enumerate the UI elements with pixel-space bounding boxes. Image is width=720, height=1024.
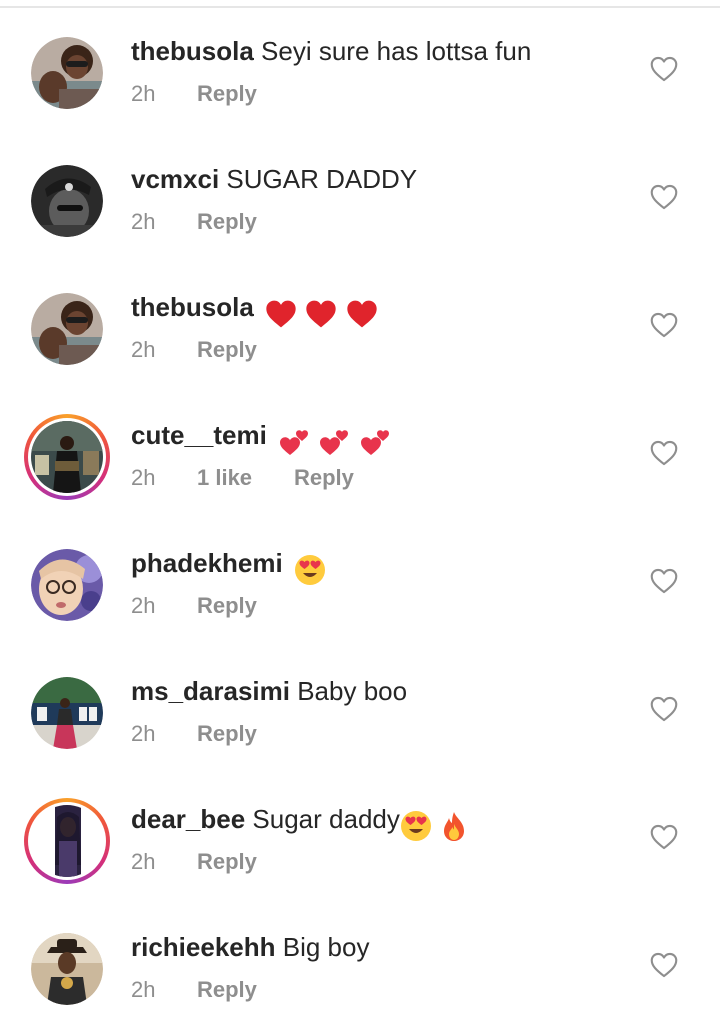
avatar-image xyxy=(31,37,103,109)
avatar[interactable] xyxy=(31,293,103,365)
comment-time: 2h xyxy=(131,721,156,746)
comment-text: Baby boo xyxy=(297,676,408,706)
emoji-group xyxy=(400,809,469,842)
red-heart-emoji xyxy=(346,300,377,328)
avatar[interactable] xyxy=(31,677,103,749)
comment-meta: 2h 1 like Reply xyxy=(131,465,354,491)
avatar-story-ring[interactable] xyxy=(24,798,110,884)
heart-eyes-emoji xyxy=(400,811,431,842)
heart-outline-icon[interactable] xyxy=(650,184,678,210)
comment-meta: 2h Reply xyxy=(131,977,257,1003)
comment-time: 2h xyxy=(131,337,156,362)
comment-line: richieekehh Big boy xyxy=(131,932,369,962)
reply-button[interactable]: Reply xyxy=(197,337,257,363)
comment-time: 2h xyxy=(131,977,156,1002)
comment-username[interactable]: thebusola xyxy=(131,36,254,66)
comment-line: dear_bee Sugar daddy xyxy=(131,804,469,842)
comment-item: cute__temi 2h 1 like Reply xyxy=(0,384,720,512)
heart-outline-icon[interactable] xyxy=(650,56,678,82)
avatar-story-ring[interactable] xyxy=(24,414,110,500)
reply-button[interactable]: Reply xyxy=(197,209,257,235)
comment-line: thebusola Seyi sure has lottsa fun xyxy=(131,36,531,66)
heart-outline-icon[interactable] xyxy=(650,440,678,466)
comment-text: Big boy xyxy=(282,932,370,962)
comment-item: ms_darasimi Baby boo 2h Reply xyxy=(0,640,720,768)
comment-text: Seyi sure has lottsa fun xyxy=(261,36,532,66)
red-heart-emoji xyxy=(266,300,296,328)
comment-username[interactable]: dear_bee xyxy=(131,804,245,834)
comment-time: 2h xyxy=(131,465,156,490)
comment-username[interactable]: ms_darasimi xyxy=(131,676,290,706)
comment-time: 2h xyxy=(131,81,156,106)
comment-line: cute__temi xyxy=(131,420,392,457)
comment-username[interactable]: thebusola xyxy=(131,292,254,322)
reply-button[interactable]: Reply xyxy=(294,465,354,491)
two-hearts-emoji xyxy=(360,430,389,456)
reply-button[interactable]: Reply xyxy=(197,593,257,619)
emoji-group xyxy=(265,297,378,329)
comment-item: phadekhemi 2h Reply xyxy=(0,512,720,640)
heart-outline-icon[interactable] xyxy=(650,568,678,594)
two-hearts-emoji xyxy=(320,430,349,456)
heart-eyes-emoji xyxy=(294,555,325,586)
comment-item: vcmxci SUGAR DADDY 2h Reply xyxy=(0,128,720,256)
comment-username[interactable]: cute__temi xyxy=(131,420,267,450)
comment-line: phadekhemi xyxy=(131,548,327,586)
avatar-image xyxy=(31,165,103,237)
comment-item: thebusola Seyi sure has lottsa fun 2h Rep… xyxy=(0,0,720,128)
comment-meta: 2h Reply xyxy=(131,337,257,363)
reply-button[interactable]: Reply xyxy=(197,849,257,875)
comment-line: vcmxci SUGAR DADDY xyxy=(131,164,417,194)
avatar[interactable] xyxy=(31,933,103,1005)
comment-time: 2h xyxy=(131,209,156,234)
comment-meta: 2h Reply xyxy=(131,721,257,747)
avatar[interactable] xyxy=(31,37,103,109)
comment-line: ms_darasimi Baby boo xyxy=(131,676,407,706)
red-heart-emoji xyxy=(306,300,336,328)
emoji-group xyxy=(294,553,327,586)
fire-emoji xyxy=(444,812,465,842)
reply-button[interactable]: Reply xyxy=(197,81,257,107)
comment-text: Sugar daddy xyxy=(252,804,400,834)
avatar-image xyxy=(31,293,103,365)
comment-item: richieekehh Big boy 2h Reply xyxy=(0,896,720,1024)
reply-button[interactable]: Reply xyxy=(197,721,257,747)
comment-meta: 2h Reply xyxy=(131,593,257,619)
like-count[interactable]: 1 like xyxy=(197,465,294,491)
avatar-image xyxy=(31,933,103,1005)
comment-time: 2h xyxy=(131,849,156,874)
comment-meta: 2h Reply xyxy=(131,209,257,235)
comment-meta: 2h Reply xyxy=(131,849,257,875)
reply-button[interactable]: Reply xyxy=(197,977,257,1003)
comment-text: SUGAR DADDY xyxy=(226,164,418,194)
comment-time: 2h xyxy=(131,593,156,618)
comment-username[interactable]: phadekhemi xyxy=(131,548,283,578)
avatar[interactable] xyxy=(31,165,103,237)
two-hearts-emoji xyxy=(280,430,309,456)
avatar-image xyxy=(31,805,103,877)
comment-item: dear_bee Sugar daddy 2h Reply xyxy=(0,768,720,896)
avatar-image xyxy=(31,421,103,493)
heart-outline-icon[interactable] xyxy=(650,312,678,338)
heart-outline-icon[interactable] xyxy=(650,824,678,850)
comment-meta: 2h Reply xyxy=(131,81,257,107)
comment-username[interactable]: vcmxci xyxy=(131,164,219,194)
comment-item: thebusola 2h Reply xyxy=(0,256,720,384)
heart-outline-icon[interactable] xyxy=(650,696,678,722)
avatar[interactable] xyxy=(31,549,103,621)
avatar-image xyxy=(31,549,103,621)
comment-line: thebusola xyxy=(131,292,379,329)
heart-outline-icon[interactable] xyxy=(650,952,678,978)
avatar-image xyxy=(31,677,103,749)
comment-username[interactable]: richieekehh xyxy=(131,932,276,962)
emoji-group xyxy=(278,425,391,457)
